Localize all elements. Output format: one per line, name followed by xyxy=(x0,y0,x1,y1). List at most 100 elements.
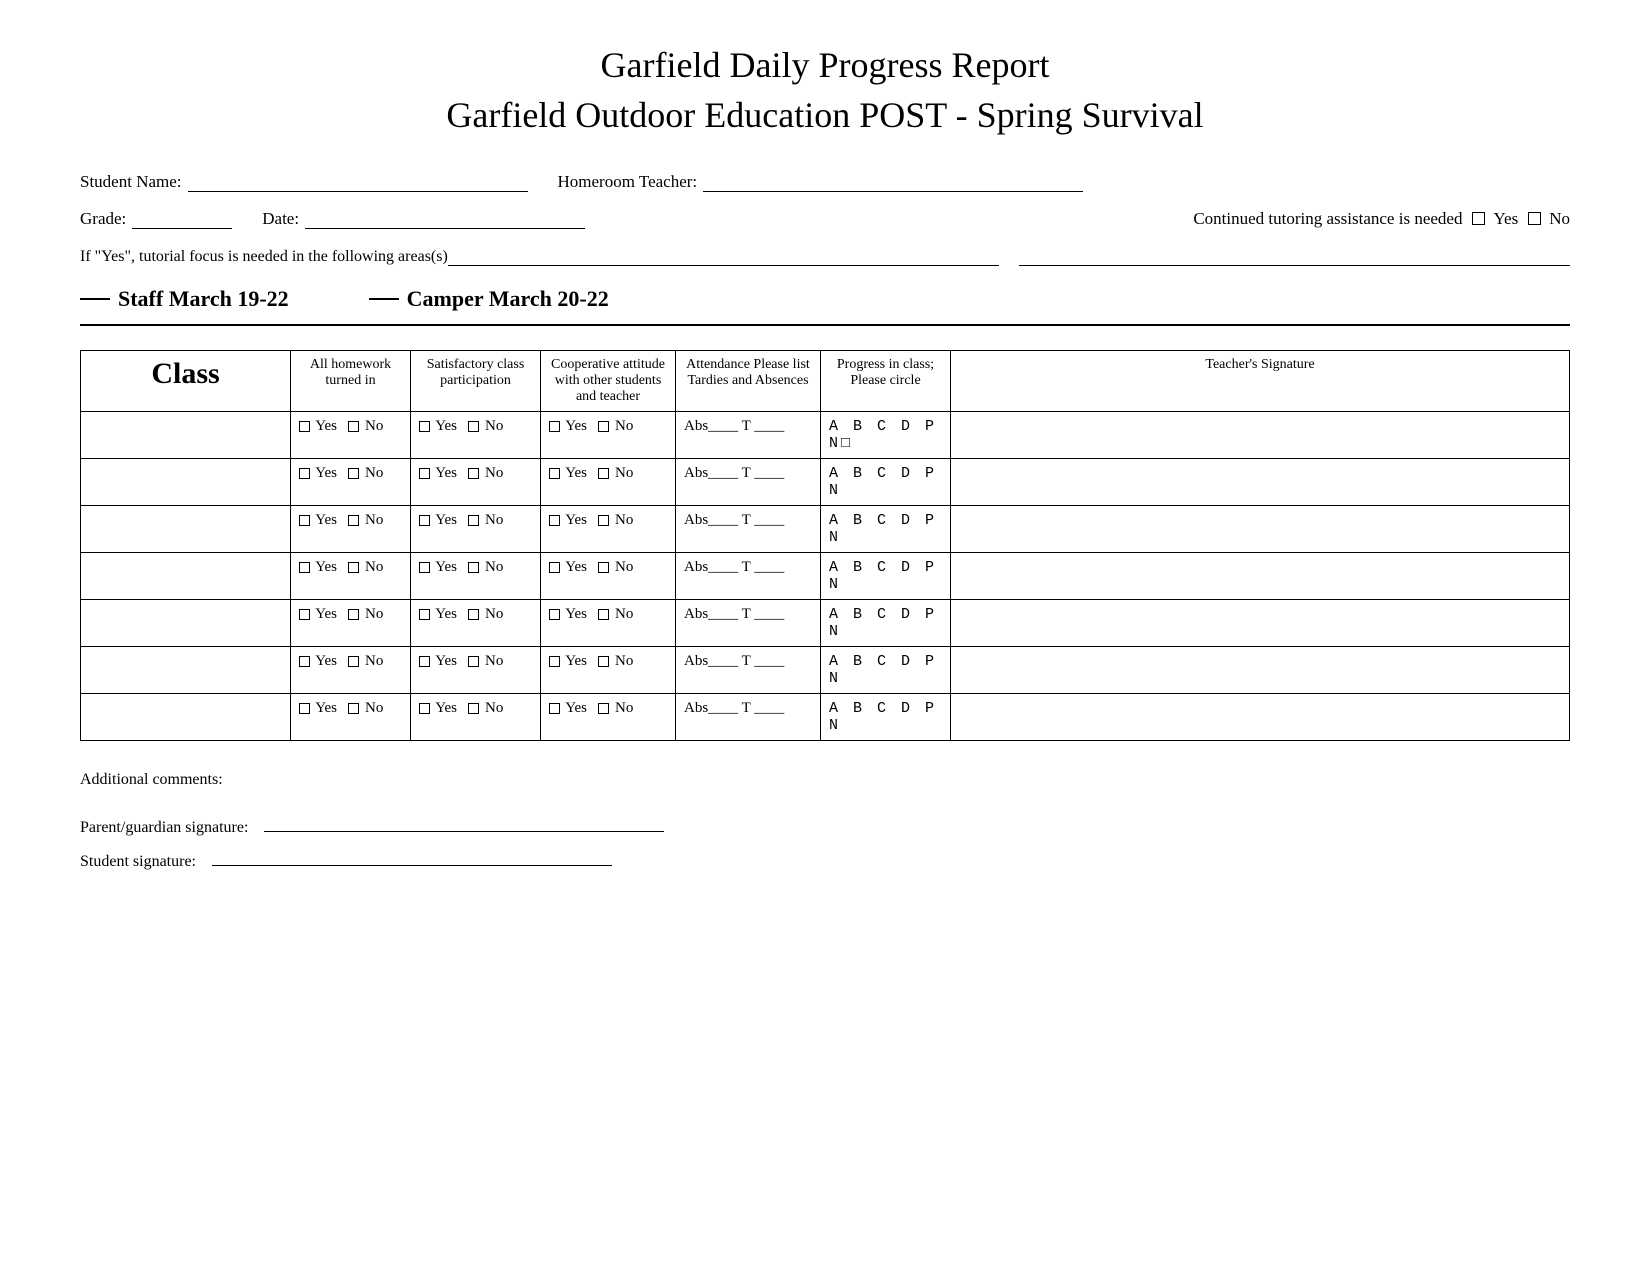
attitude-cell[interactable]: Yes No xyxy=(541,458,676,505)
attitude-cell[interactable]: Yes No xyxy=(541,646,676,693)
attitude-cell[interactable]: Yes No xyxy=(541,693,676,740)
homeroom-teacher-label: Homeroom Teacher: xyxy=(558,172,698,192)
student-signature-line xyxy=(212,865,612,866)
signature-cell[interactable] xyxy=(951,411,1570,458)
class-cell[interactable] xyxy=(81,411,291,458)
date-label: Date: xyxy=(262,209,299,229)
attendance-cell[interactable]: Abs____ T ____ xyxy=(676,693,821,740)
table-row: Yes No Yes No Yes NoAbs____ T ____A B C … xyxy=(81,599,1570,646)
tutorial-focus-extra-input[interactable] xyxy=(1019,245,1570,266)
class-cell[interactable] xyxy=(81,458,291,505)
attendance-cell[interactable]: Abs____ T ____ xyxy=(676,458,821,505)
table-row: Yes No Yes No Yes NoAbs____ T ____A B C … xyxy=(81,552,1570,599)
grade-date-tutoring-row: Grade: Date: Continued tutoring assistan… xyxy=(80,208,1570,229)
col-header-attendance: Attendance Please list Tardies and Absen… xyxy=(676,350,821,411)
participation-cell[interactable]: Yes No xyxy=(411,693,541,740)
progress-cell[interactable]: A B C D P N□ xyxy=(821,411,951,458)
col-header-attitude: Cooperative attitude with other students… xyxy=(541,350,676,411)
class-cell[interactable] xyxy=(81,552,291,599)
tutorial-focus-row: If "Yes", tutorial focus is needed in th… xyxy=(80,245,1570,266)
student-signature-row: Student signature: xyxy=(80,853,1570,871)
table-row: Yes No Yes No Yes NoAbs____ T ____A B C … xyxy=(81,646,1570,693)
student-signature-label: Student signature: xyxy=(80,853,196,870)
staff-underline xyxy=(80,298,110,300)
divider xyxy=(80,324,1570,326)
parent-signature-line xyxy=(264,831,664,832)
participation-cell[interactable]: Yes No xyxy=(411,646,541,693)
student-homeroom-row: Student Name: Homeroom Teacher: xyxy=(80,171,1570,192)
table-row: Yes No Yes No Yes NoAbs____ T ____A B C … xyxy=(81,458,1570,505)
table-row: Yes No Yes No Yes NoAbs____ T ____A B C … xyxy=(81,411,1570,458)
yes-checkbox-group[interactable]: Yes xyxy=(1472,209,1518,229)
additional-comments-label: Additional comments: xyxy=(80,771,223,788)
progress-cell[interactable]: A B C D P N xyxy=(821,693,951,740)
grade-input[interactable] xyxy=(132,208,232,229)
camper-item: Camper March 20-22 xyxy=(369,286,609,312)
attendance-cell[interactable]: Abs____ T ____ xyxy=(676,646,821,693)
footer-section: Additional comments: Parent/guardian sig… xyxy=(80,771,1570,871)
tutorial-focus-input[interactable] xyxy=(448,245,999,266)
participation-cell[interactable]: Yes No xyxy=(411,411,541,458)
yes-checkbox[interactable] xyxy=(1472,212,1485,225)
class-cell[interactable] xyxy=(81,646,291,693)
attendance-cell[interactable]: Abs____ T ____ xyxy=(676,599,821,646)
attitude-cell[interactable]: Yes No xyxy=(541,599,676,646)
progress-cell[interactable]: A B C D P N xyxy=(821,552,951,599)
participation-cell[interactable]: Yes No xyxy=(411,552,541,599)
tutoring-group: Continued tutoring assistance is needed … xyxy=(1193,209,1570,229)
class-cell[interactable] xyxy=(81,693,291,740)
hw-cell[interactable]: Yes No xyxy=(291,505,411,552)
hw-cell[interactable]: Yes No xyxy=(291,458,411,505)
hw-cell[interactable]: Yes No xyxy=(291,552,411,599)
camper-underline xyxy=(369,298,399,300)
title-section: Garfield Daily Progress Report Garfield … xyxy=(80,40,1570,141)
class-cell[interactable] xyxy=(81,599,291,646)
tutorial-focus-label: If "Yes", tutorial focus is needed in th… xyxy=(80,248,448,266)
no-checkbox[interactable] xyxy=(1528,212,1541,225)
progress-cell[interactable]: A B C D P N xyxy=(821,599,951,646)
progress-cell[interactable]: A B C D P N xyxy=(821,458,951,505)
hw-cell[interactable]: Yes No xyxy=(291,693,411,740)
additional-comments-row: Additional comments: xyxy=(80,771,1570,789)
date-input[interactable] xyxy=(305,208,585,229)
attendance-cell[interactable]: Abs____ T ____ xyxy=(676,552,821,599)
signature-cell[interactable] xyxy=(951,552,1570,599)
participation-cell[interactable]: Yes No xyxy=(411,505,541,552)
tutoring-label: Continued tutoring assistance is needed xyxy=(1193,209,1462,229)
parent-signature-label: Parent/guardian signature: xyxy=(80,819,248,836)
progress-cell[interactable]: A B C D P N xyxy=(821,505,951,552)
homeroom-teacher-input[interactable] xyxy=(703,171,1083,192)
hw-cell[interactable]: Yes No xyxy=(291,646,411,693)
staff-camper-row: Staff March 19-22 Camper March 20-22 xyxy=(80,286,1570,312)
staff-item: Staff March 19-22 xyxy=(80,286,289,312)
col-header-homework: All homework turned in xyxy=(291,350,411,411)
signature-cell[interactable] xyxy=(951,693,1570,740)
signature-cell[interactable] xyxy=(951,646,1570,693)
camper-label: Camper March 20-22 xyxy=(407,286,609,312)
grade-label: Grade: xyxy=(80,209,126,229)
signature-cell[interactable] xyxy=(951,599,1570,646)
hw-cell[interactable]: Yes No xyxy=(291,411,411,458)
attitude-cell[interactable]: Yes No xyxy=(541,505,676,552)
class-cell[interactable] xyxy=(81,505,291,552)
table-row: Yes No Yes No Yes NoAbs____ T ____A B C … xyxy=(81,693,1570,740)
attendance-cell[interactable]: Abs____ T ____ xyxy=(676,505,821,552)
col-header-signature: Teacher's Signature xyxy=(951,350,1570,411)
hw-cell[interactable]: Yes No xyxy=(291,599,411,646)
signature-cell[interactable] xyxy=(951,505,1570,552)
signature-cell[interactable] xyxy=(951,458,1570,505)
attitude-cell[interactable]: Yes No xyxy=(541,552,676,599)
attendance-cell[interactable]: Abs____ T ____ xyxy=(676,411,821,458)
student-name-input[interactable] xyxy=(188,171,528,192)
no-checkbox-group[interactable]: No xyxy=(1528,209,1570,229)
col-header-participation: Satisfactory class participation xyxy=(411,350,541,411)
no-label: No xyxy=(1549,209,1570,229)
participation-cell[interactable]: Yes No xyxy=(411,458,541,505)
progress-cell[interactable]: A B C D P N xyxy=(821,646,951,693)
col-header-class: Class xyxy=(81,350,291,411)
participation-cell[interactable]: Yes No xyxy=(411,599,541,646)
progress-table: Class All homework turned in Satisfactor… xyxy=(80,350,1570,741)
title-line2: Garfield Outdoor Education POST - Spring… xyxy=(446,95,1203,135)
yes-label: Yes xyxy=(1493,209,1518,229)
attitude-cell[interactable]: Yes No xyxy=(541,411,676,458)
